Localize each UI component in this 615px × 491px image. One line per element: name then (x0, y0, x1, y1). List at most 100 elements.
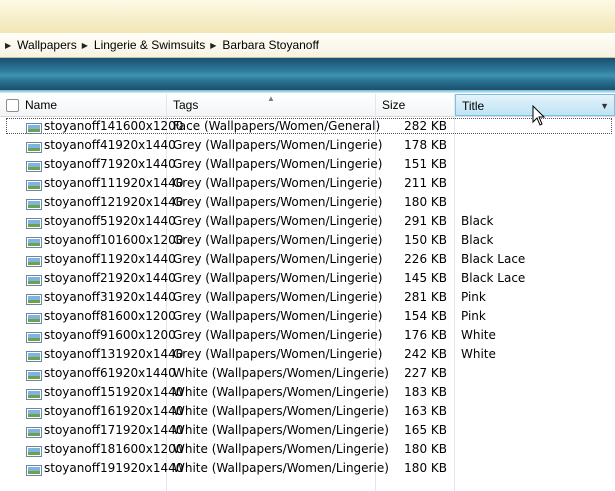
chevron-right-icon[interactable]: ▶ (210, 41, 216, 50)
column-header-name-label: Name (25, 98, 58, 112)
file-size: 180 KB (404, 442, 447, 456)
file-name[interactable]: stoyanoff181600x1200 (44, 440, 183, 459)
file-row[interactable]: stoyanoff21920x1440 Grey (Wallpapers/Wome… (0, 269, 615, 288)
file-name[interactable]: stoyanoff151920x1440 (44, 383, 183, 402)
column-header-size[interactable]: Size (376, 94, 455, 116)
image-file-icon (26, 330, 42, 343)
file-name[interactable]: stoyanoff31920x1440 (44, 288, 176, 307)
image-file-icon (26, 235, 42, 248)
file-name[interactable]: stoyanoff161920x1440 (44, 402, 183, 421)
file-row[interactable]: stoyanoff61920x1440 White (Wallpapers/Wom… (0, 364, 615, 383)
file-size: 180 KB (404, 461, 447, 475)
file-row[interactable]: stoyanoff181600x1200 White (Wallpapers/Wo… (0, 440, 615, 459)
file-size: 150 KB (404, 233, 447, 247)
chevron-right-icon[interactable]: ▶ (82, 41, 88, 50)
column-header-name[interactable]: Name (0, 94, 167, 116)
file-row[interactable]: stoyanoff81600x1200 Grey (Wallpapers/Wome… (0, 307, 615, 326)
file-size: 178 KB (404, 138, 447, 152)
file-name[interactable]: stoyanoff141600x1200 (44, 117, 183, 136)
image-file-icon (26, 463, 42, 476)
file-row[interactable]: stoyanoff161920x1440 White (Wallpapers/Wo… (0, 402, 615, 421)
file-size: 211 KB (404, 176, 447, 190)
image-file-icon (26, 121, 42, 134)
sort-ascending-icon: ▲ (267, 94, 275, 103)
column-header-tags-label: Tags (173, 98, 199, 112)
file-row[interactable]: stoyanoff151920x1440 White (Wallpapers/Wo… (0, 383, 615, 402)
file-name[interactable]: stoyanoff51920x1440 (44, 212, 176, 231)
column-header-title-label: Title (462, 99, 485, 113)
file-row[interactable]: stoyanoff101600x1200 Grey (Wallpapers/Wom… (0, 231, 615, 250)
file-list: stoyanoff141600x1200 Face (Wallpapers/Wom… (0, 117, 615, 478)
file-title: White (461, 347, 496, 361)
command-toolbar (0, 58, 615, 93)
breadcrumb[interactable]: ▶ Wallpapers ▶ Lingerie & Swimsuits ▶ Ba… (0, 33, 615, 58)
image-file-icon (26, 178, 42, 191)
file-row[interactable]: stoyanoff41920x1440 Grey (Wallpapers/Wome… (0, 136, 615, 155)
file-tags: Grey (Wallpapers/Women/Lingerie) (173, 157, 383, 171)
file-name[interactable]: stoyanoff191920x1440 (44, 459, 183, 478)
file-size: 165 KB (404, 423, 447, 437)
file-size: 183 KB (404, 385, 447, 399)
file-row[interactable]: stoyanoff171920x1440 White (Wallpapers/Wo… (0, 421, 615, 440)
file-tags: White (Wallpapers/Women/Lingerie) (173, 442, 389, 456)
mouse-cursor-icon (532, 105, 546, 126)
file-size: 176 KB (404, 328, 447, 342)
file-name[interactable]: stoyanoff81600x1200 (44, 307, 176, 326)
file-name[interactable]: stoyanoff131920x1440 (44, 345, 183, 364)
column-header-size-label: Size (382, 98, 406, 112)
image-file-icon (26, 273, 42, 286)
file-size: 154 KB (404, 309, 447, 323)
file-name[interactable]: stoyanoff71920x1440 (44, 155, 176, 174)
file-tags: Grey (Wallpapers/Women/Lingerie) (173, 176, 383, 190)
file-tags: Grey (Wallpapers/Women/Lingerie) (173, 214, 383, 228)
file-tags: Face (Wallpapers/Women/General) (173, 119, 381, 133)
file-title: Black Lace (461, 271, 526, 285)
file-name[interactable]: stoyanoff11920x1440 (44, 250, 176, 269)
file-size: 180 KB (404, 195, 447, 209)
file-size: 226 KB (404, 252, 447, 266)
file-size: 145 KB (404, 271, 447, 285)
image-file-icon (26, 311, 42, 324)
file-title: Black Lace (461, 252, 526, 266)
image-file-icon (26, 425, 42, 438)
file-size: 151 KB (404, 157, 447, 171)
file-size: 227 KB (404, 366, 447, 380)
file-row[interactable]: stoyanoff71920x1440 Grey (Wallpapers/Wome… (0, 155, 615, 174)
file-row[interactable]: stoyanoff111920x1440 Grey (Wallpapers/Wom… (0, 174, 615, 193)
file-row[interactable]: stoyanoff91600x1200 Grey (Wallpapers/Wome… (0, 326, 615, 345)
file-name[interactable]: stoyanoff111920x1440 (44, 174, 183, 193)
breadcrumb-item-wallpapers[interactable]: Wallpapers (17, 38, 77, 52)
image-file-icon (26, 444, 42, 457)
file-size: 163 KB (404, 404, 447, 418)
file-name[interactable]: stoyanoff101600x1200 (44, 231, 183, 250)
file-tags: White (Wallpapers/Women/Lingerie) (173, 385, 389, 399)
file-row[interactable]: stoyanoff131920x1440 Grey (Wallpapers/Wom… (0, 345, 615, 364)
file-row[interactable]: stoyanoff121920x1440 Grey (Wallpapers/Wom… (0, 193, 615, 212)
file-title: White (461, 328, 496, 342)
file-title: Pink (461, 290, 486, 304)
file-row[interactable]: stoyanoff191920x1440 White (Wallpapers/Wo… (0, 459, 615, 478)
file-row[interactable]: stoyanoff31920x1440 Grey (Wallpapers/Wome… (0, 288, 615, 307)
file-tags: Grey (Wallpapers/Women/Lingerie) (173, 233, 383, 247)
file-row[interactable]: stoyanoff51920x1440 Grey (Wallpapers/Wome… (0, 212, 615, 231)
file-name[interactable]: stoyanoff171920x1440 (44, 421, 183, 440)
file-name[interactable]: stoyanoff41920x1440 (44, 136, 176, 155)
file-tags: Grey (Wallpapers/Women/Lingerie) (173, 252, 383, 266)
file-title: Black (461, 214, 494, 228)
file-row[interactable]: stoyanoff11920x1440 Grey (Wallpapers/Wome… (0, 250, 615, 269)
file-tags: White (Wallpapers/Women/Lingerie) (173, 423, 389, 437)
file-name[interactable]: stoyanoff61920x1440 (44, 364, 176, 383)
file-row[interactable]: stoyanoff141600x1200 Face (Wallpapers/Wom… (0, 117, 615, 136)
file-tags: White (Wallpapers/Women/Lingerie) (173, 404, 389, 418)
chevron-down-icon[interactable]: ▼ (600, 95, 609, 117)
chevron-right-icon[interactable]: ▶ (5, 41, 11, 50)
breadcrumb-item-lingerie-swimsuits[interactable]: Lingerie & Swimsuits (94, 38, 205, 52)
select-all-checkbox[interactable] (6, 99, 19, 112)
file-name[interactable]: stoyanoff91600x1200 (44, 326, 176, 345)
file-name[interactable]: stoyanoff21920x1440 (44, 269, 176, 288)
image-file-icon (26, 254, 42, 267)
file-title: Black (461, 233, 494, 247)
breadcrumb-item-barbara-stoyanoff[interactable]: Barbara Stoyanoff (222, 38, 319, 52)
file-size: 282 KB (404, 119, 447, 133)
file-name[interactable]: stoyanoff121920x1440 (44, 193, 183, 212)
